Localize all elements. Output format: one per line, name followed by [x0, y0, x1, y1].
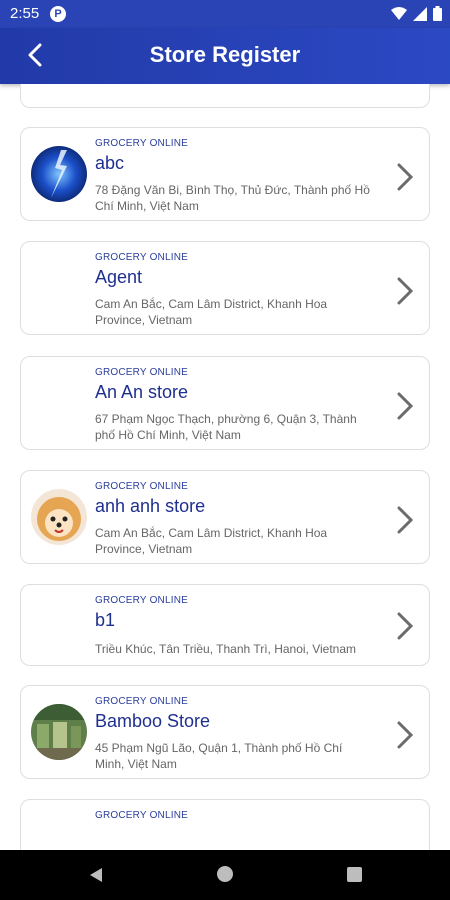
store-card[interactable]: GROCERY ONLINE Agent Cam An Bắc, Cam Lâm…: [20, 241, 430, 335]
store-name: Agent: [95, 267, 143, 287]
store-category: GROCERY ONLINE: [95, 481, 189, 492]
store-name: abc: [95, 153, 125, 173]
store-category: GROCERY ONLINE: [95, 696, 189, 707]
store-list[interactable]: GROCERY ONLINE abc 78 Đặng Văn Bi, Bình …: [0, 84, 450, 850]
store-category: GROCERY ONLINE: [95, 138, 189, 149]
store-category: GROCERY ONLINE: [95, 810, 189, 821]
store-card[interactable]: GROCERY ONLINE An An store 67 Phạm Ngọc …: [20, 356, 430, 450]
chevron-right-icon: [397, 392, 414, 420]
store-name: Bamboo Store: [95, 711, 211, 731]
store-category: GROCERY ONLINE: [95, 595, 189, 606]
store-card[interactable]: GROCERY ONLINE abc 78 Đặng Văn Bi, Bình …: [20, 127, 430, 221]
chevron-right-icon: [397, 612, 414, 640]
store-name: An An store: [95, 382, 189, 402]
store-address: 45 Phạm Ngũ Lão, Quận 1, Thành phố Hồ Ch…: [95, 741, 343, 771]
store-address: 67 Phạm Ngọc Thạch, phường 6, Quận 3, Th…: [95, 412, 357, 442]
store-address: Cam An Bắc, Cam Lâm District, Khanh Hoa …: [95, 526, 328, 556]
app-bar: Store Register: [0, 28, 450, 84]
chevron-right-icon: [397, 163, 414, 191]
status-bar: 2:55 P: [0, 0, 450, 28]
store-avatar: [31, 489, 87, 545]
store-card[interactable]: GROCERY ONLINE: [20, 799, 430, 850]
store-category: GROCERY ONLINE: [95, 367, 189, 378]
store-address: Triều Khúc, Tân Triều, Thanh Trì, Hanoi,…: [95, 642, 357, 656]
store-address: Cam An Bắc, Cam Lâm District, Khanh Hoa …: [95, 297, 328, 327]
market-image: [31, 704, 87, 760]
store-card[interactable]: GROCERY ONLINE anh anh store Cam An Bắc,…: [20, 470, 430, 564]
app-notification-icon: P: [50, 6, 66, 22]
lightning-image: [31, 146, 87, 202]
status-time: 2:55: [10, 5, 40, 22]
nav-home-icon[interactable]: [217, 866, 233, 882]
signal-icon: [413, 6, 427, 21]
store-card-partial[interactable]: [20, 84, 430, 108]
store-card[interactable]: GROCERY ONLINE b1 Triều Khúc, Tân Triều,…: [20, 584, 430, 666]
store-name: b1: [95, 610, 116, 630]
store-card[interactable]: GROCERY ONLINE Bamboo Store 45 Phạm Ngũ …: [20, 685, 430, 779]
chevron-right-icon: [397, 721, 414, 749]
wifi-icon: [391, 6, 407, 20]
system-navigation-bar: [0, 850, 450, 900]
store-avatar: [31, 704, 87, 760]
nav-back-icon[interactable]: [88, 867, 104, 883]
battery-icon: [433, 6, 442, 21]
chevron-right-icon: [397, 506, 414, 534]
chevron-right-icon: [397, 277, 414, 305]
nav-recents-icon[interactable]: [347, 867, 362, 882]
page-title: Store Register: [149, 42, 301, 67]
store-name: anh anh store: [95, 496, 206, 516]
store-category: GROCERY ONLINE: [95, 252, 189, 263]
store-avatar: [31, 146, 87, 202]
dog-image: [31, 489, 87, 545]
store-address: 78 Đặng Văn Bi, Bình Thọ, Thủ Đức, Thành…: [95, 183, 370, 213]
